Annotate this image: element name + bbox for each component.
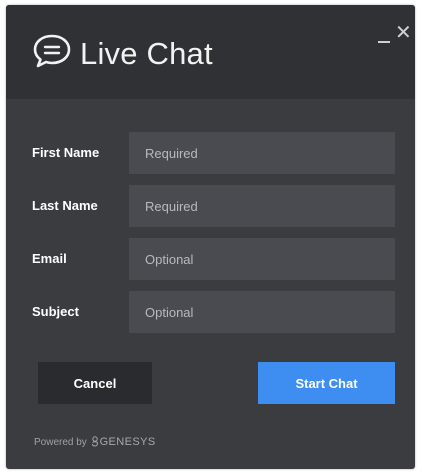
email-input[interactable] <box>129 238 395 280</box>
subject-label: Subject <box>32 304 79 319</box>
powered-by: Powered by GENESYS <box>34 436 156 448</box>
genesys-brand: GENESYS <box>99 436 156 448</box>
genesys-logo-icon <box>91 436 99 447</box>
last-name-row: Last Name <box>6 185 415 227</box>
powered-by-text: Powered by <box>34 437 87 448</box>
email-label: Email <box>32 251 67 266</box>
first-name-input[interactable] <box>129 132 395 174</box>
live-chat-widget: Live Chat ✕ First Name Last Name Email S… <box>6 5 415 469</box>
subject-row: Subject <box>6 291 415 333</box>
chat-title: Live Chat <box>80 36 213 71</box>
subject-input[interactable] <box>129 291 395 333</box>
last-name-input[interactable] <box>129 185 395 227</box>
first-name-label: First Name <box>32 145 100 160</box>
last-name-label: Last Name <box>32 198 98 213</box>
chat-bubble-icon <box>32 33 72 69</box>
cancel-button[interactable]: Cancel <box>38 362 152 404</box>
start-chat-button[interactable]: Start Chat <box>258 362 395 404</box>
email-row: Email <box>6 238 415 280</box>
chat-header: Live Chat ✕ <box>6 5 415 99</box>
close-icon[interactable]: ✕ <box>395 23 412 43</box>
minimize-icon[interactable] <box>378 29 391 43</box>
first-name-row: First Name <box>6 132 415 174</box>
